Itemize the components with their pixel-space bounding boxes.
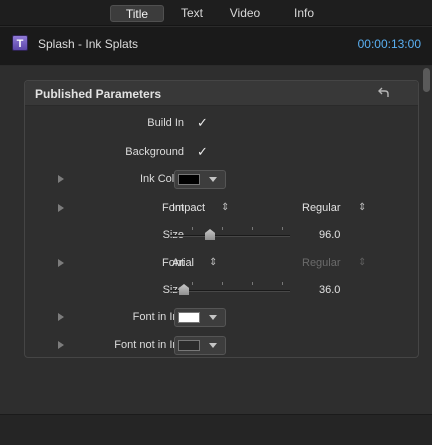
param-build-in: Build In ✓ bbox=[25, 113, 420, 133]
param-font-not-in-ink: Font not in Ink bbox=[25, 335, 420, 355]
font-1-family-popup[interactable]: Impact bbox=[172, 202, 205, 214]
panel-title: Published Parameters bbox=[35, 87, 162, 101]
published-parameters-panel: Published Parameters Build In ✓ Backgrou… bbox=[24, 80, 419, 358]
inspector-footer bbox=[0, 414, 432, 445]
tab-video[interactable]: Video bbox=[222, 5, 268, 22]
title-clip-icon: T bbox=[12, 35, 28, 51]
tab-title[interactable]: Title bbox=[110, 5, 164, 22]
font-not-in-ink-swatch bbox=[178, 340, 200, 351]
clip-name: Splash - Ink Splats bbox=[38, 37, 139, 51]
reset-arrow-icon[interactable] bbox=[378, 86, 390, 98]
font-1-style-popup[interactable]: Regular bbox=[302, 202, 341, 214]
param-font-2: Font Arial ⇕ Regular ⇕ bbox=[25, 253, 420, 273]
ink-color-swatch bbox=[178, 174, 200, 185]
font-1-style-stepper-icon[interactable]: ⇕ bbox=[358, 202, 366, 213]
chevron-down-icon bbox=[209, 315, 217, 320]
font-in-ink-swatch bbox=[178, 312, 200, 323]
tab-text[interactable]: Text bbox=[172, 5, 212, 22]
param-font-in-ink: Font in Ink bbox=[25, 307, 420, 327]
ink-color-disclosure-triangle[interactable] bbox=[58, 175, 64, 183]
ink-color-well[interactable] bbox=[174, 170, 226, 189]
size-1-slider-knob[interactable] bbox=[205, 229, 215, 240]
font-2-style-stepper-icon: ⇕ bbox=[358, 257, 367, 268]
size-1-value[interactable]: 96.0 bbox=[319, 229, 340, 241]
font-1-family-stepper-icon[interactable]: ⇕ bbox=[221, 202, 229, 213]
size-2-slider[interactable] bbox=[170, 282, 290, 298]
panel-header: Published Parameters bbox=[25, 81, 418, 106]
font-not-in-ink-color-well[interactable] bbox=[174, 336, 226, 355]
chevron-down-icon bbox=[209, 343, 217, 348]
build-in-label: Build In bbox=[147, 117, 184, 129]
font-not-in-ink-disclosure-triangle[interactable] bbox=[58, 341, 64, 349]
font-1-disclosure-triangle[interactable] bbox=[58, 204, 64, 212]
size-1-slider-track bbox=[170, 235, 290, 237]
timecode-readout: 00:00:13:00 bbox=[357, 37, 421, 51]
vertical-scrollbar[interactable] bbox=[423, 68, 430, 398]
font-2-disclosure-triangle[interactable] bbox=[58, 259, 64, 267]
background-label: Background bbox=[125, 146, 184, 158]
param-ink-color: Ink Color bbox=[25, 169, 420, 189]
font-2-family-stepper-icon[interactable]: ⇕ bbox=[209, 257, 217, 268]
size-1-slider[interactable] bbox=[170, 227, 290, 243]
size-2-slider-knob[interactable] bbox=[179, 284, 189, 295]
inspector-tab-bar: Title Text Video Info bbox=[0, 0, 432, 26]
param-background: Background ✓ bbox=[25, 142, 420, 162]
size-2-value[interactable]: 36.0 bbox=[319, 284, 340, 296]
build-in-checkbox[interactable]: ✓ bbox=[197, 115, 208, 131]
inspector-header: T Splash - Ink Splats 00:00:13:00 bbox=[0, 27, 432, 65]
font-2-style-popup: Regular bbox=[302, 257, 341, 269]
font-in-ink-color-well[interactable] bbox=[174, 308, 226, 327]
chevron-down-icon bbox=[209, 177, 217, 182]
background-checkbox[interactable]: ✓ bbox=[197, 144, 208, 160]
font-in-ink-disclosure-triangle[interactable] bbox=[58, 313, 64, 321]
scrollbar-thumb[interactable] bbox=[423, 68, 430, 92]
param-font-1: Font Impact ⇕ Regular ⇕ bbox=[25, 198, 420, 218]
param-size-1: Size 96.0 bbox=[25, 225, 420, 245]
param-size-2: Size 36.0 bbox=[25, 280, 420, 300]
tab-info[interactable]: Info bbox=[286, 5, 322, 22]
font-2-family-popup[interactable]: Arial bbox=[172, 257, 194, 269]
